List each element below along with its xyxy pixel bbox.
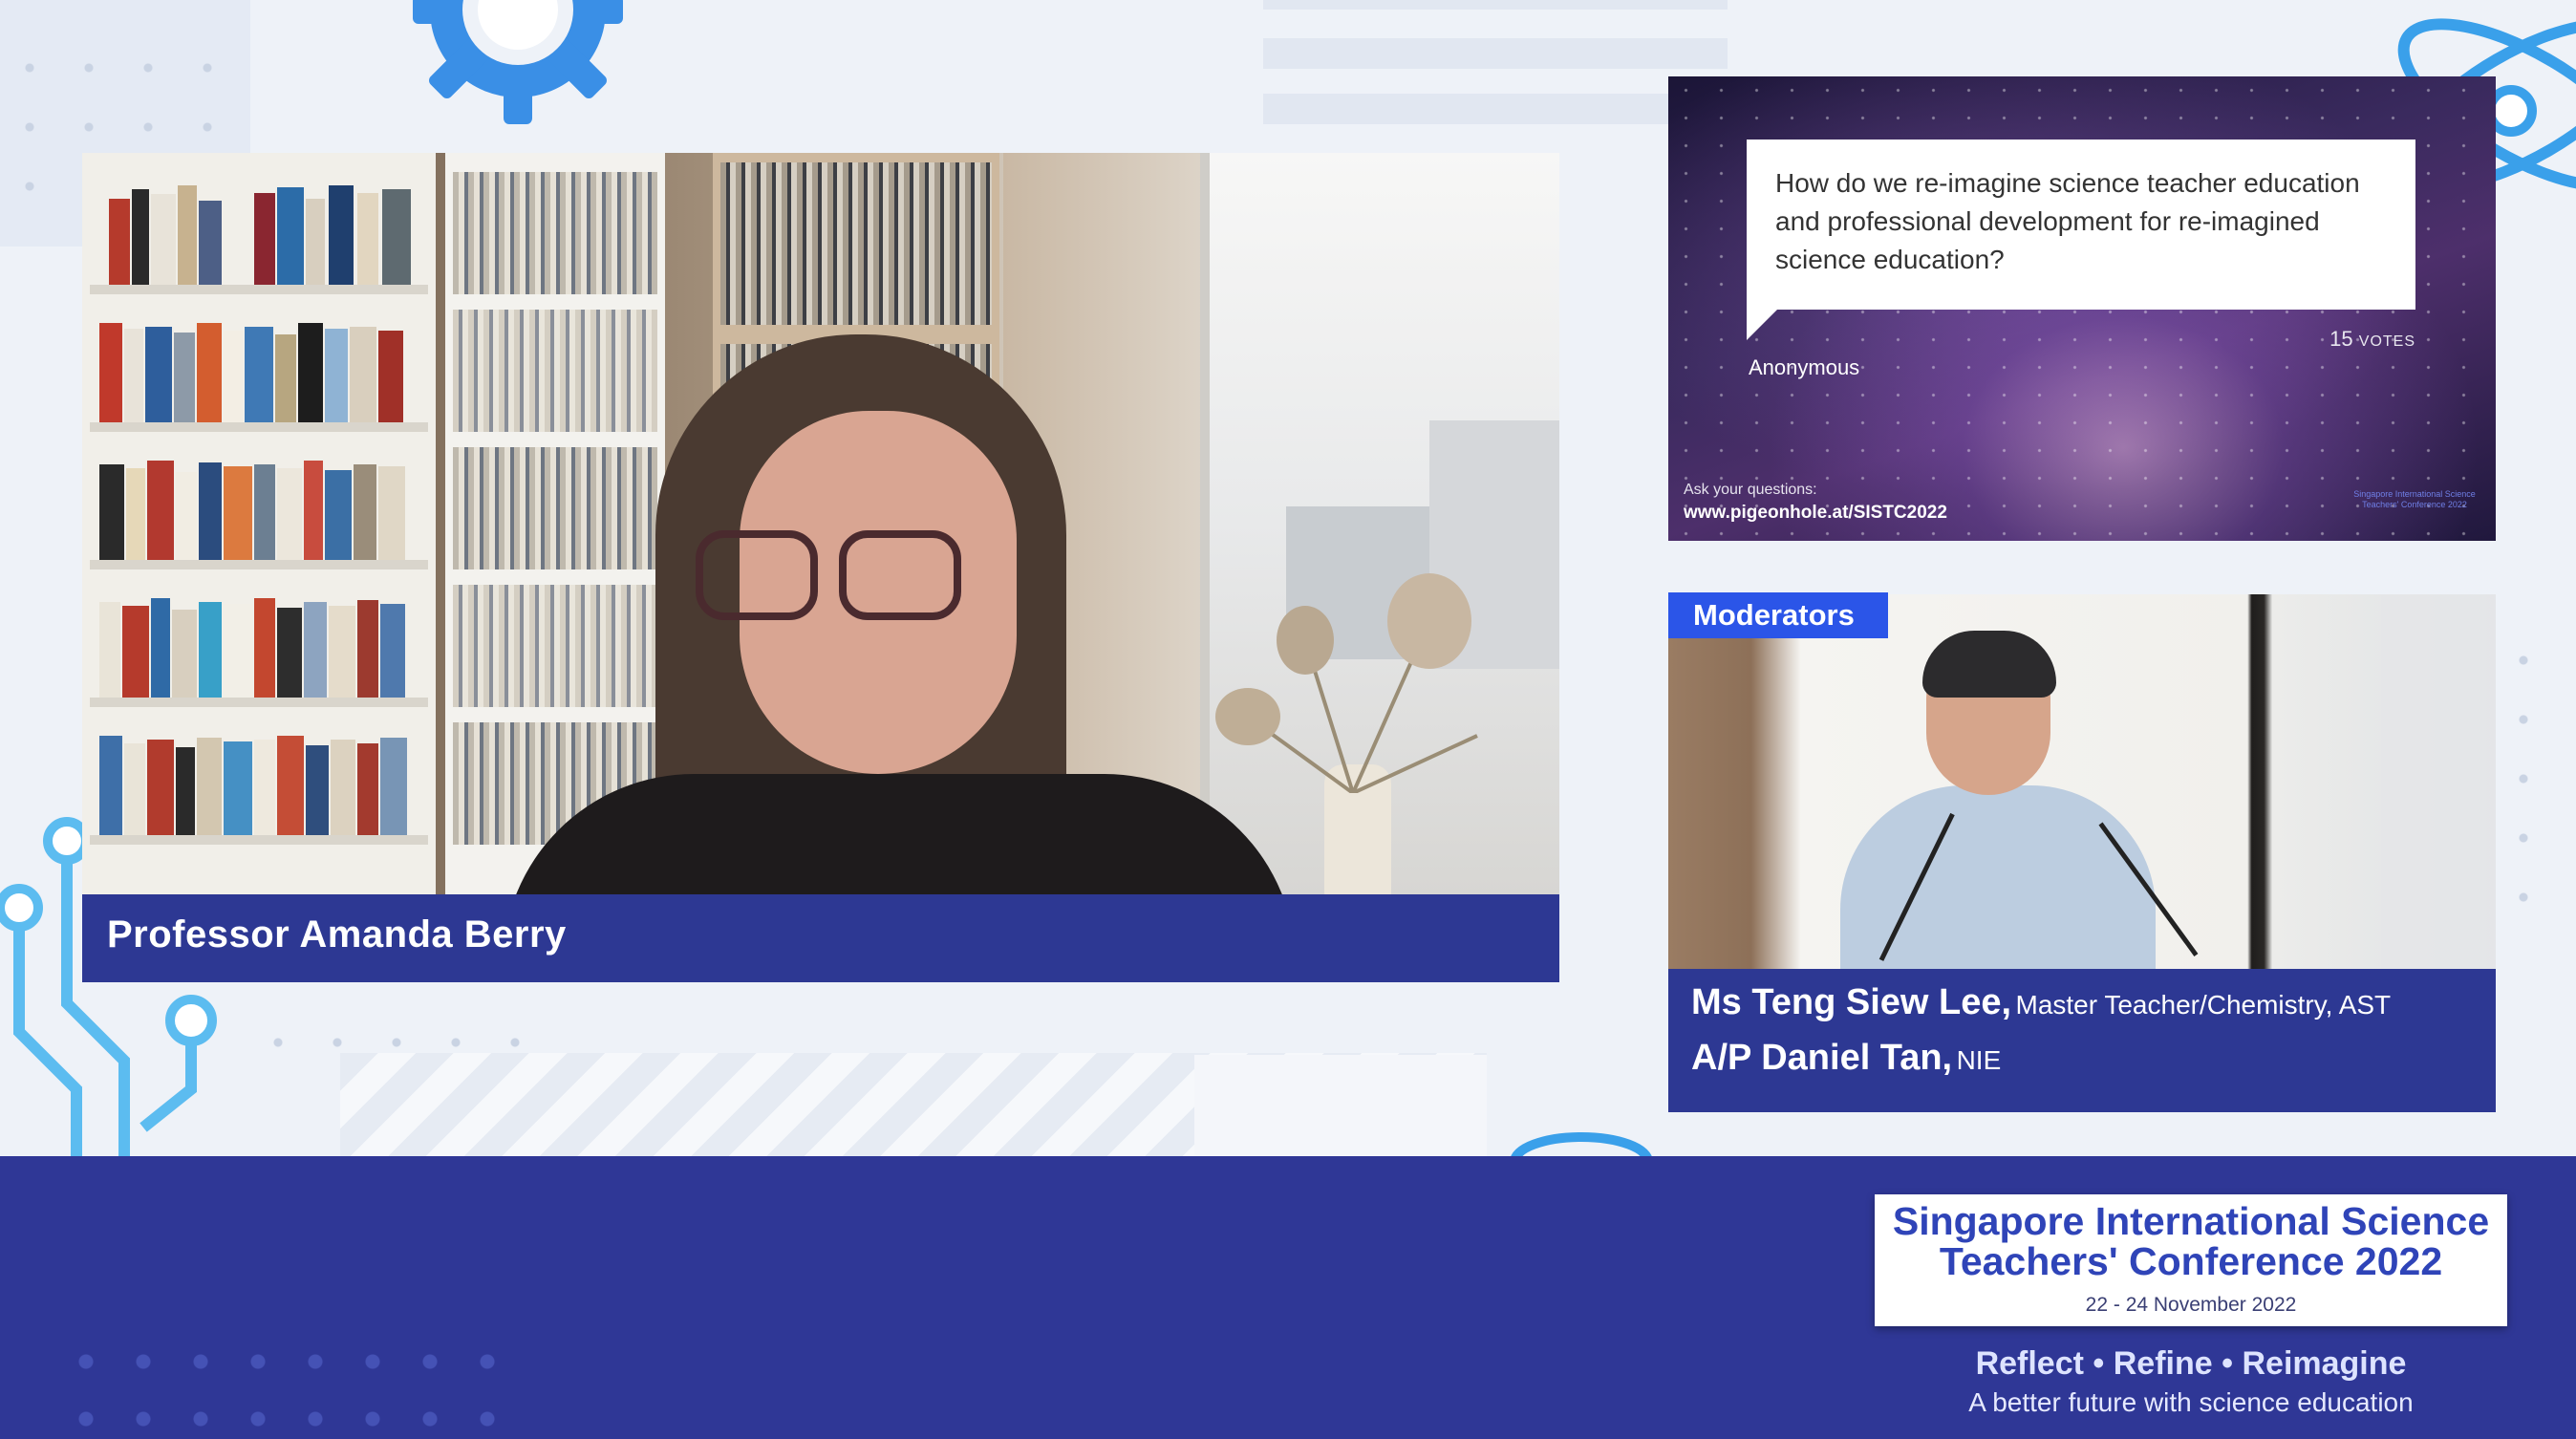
dried-flowers — [1215, 573, 1478, 793]
conference-logo-box: Singapore International Science Teachers… — [1875, 1194, 2507, 1326]
votes-count: 15 — [2329, 327, 2353, 351]
glasses-right — [839, 530, 961, 620]
bg-dot-row — [248, 1013, 554, 1051]
speaker-body — [503, 774, 1296, 894]
tagline-refine: Refine — [2113, 1345, 2213, 1382]
question-bubble: How do we re-imagine science teacher edu… — [1747, 140, 2415, 310]
bg-bar-top-2 — [1263, 38, 1728, 69]
moderator-name-1: Ms Teng Siew Lee, — [1691, 982, 2012, 1022]
tagline-reimagine: Reimagine — [2242, 1345, 2407, 1382]
slide-brand-mark: Singapore International Science Teachers… — [2353, 489, 2476, 509]
bg-bar-top-3 — [1263, 94, 1728, 124]
question-votes: 15 VOTES — [2329, 327, 2415, 352]
moderator-line-2: A/P Daniel Tan, NIE — [1691, 1038, 2001, 1079]
speaker-name-bar: Professor Amanda Berry — [82, 894, 1559, 982]
moderator-background-shelf — [2381, 594, 2496, 969]
moderator-role-2: NIE — [1956, 1045, 2002, 1075]
question-author: Anonymous — [1749, 355, 1860, 379]
moderators-tag-label: Moderators — [1693, 598, 1855, 632]
moderator-name-2: A/P Daniel Tan, — [1691, 1038, 1953, 1078]
conference-dates: 22 - 24 November 2022 — [2085, 1294, 2297, 1316]
votes-label: VOTES — [2358, 333, 2415, 350]
conference-title-line2: Teachers' Conference 2022 — [1939, 1239, 2443, 1283]
moderator-line-1: Ms Teng Siew Lee, Master Teacher/Chemist… — [1691, 982, 2391, 1023]
question-text: How do we re-imagine science teacher edu… — [1775, 168, 2360, 274]
moderator-role-1: Master Teacher/Chemistry, AST — [2015, 990, 2392, 1020]
footer-dot-grid — [57, 1333, 506, 1438]
bg-dot-grid-right — [2494, 631, 2576, 936]
glasses-left — [696, 530, 818, 620]
ask-questions-label: Ask your questions: — [1684, 482, 1817, 498]
question-bubble-tail — [1747, 310, 1777, 340]
moderators-name-bar: Ms Teng Siew Lee, Master Teacher/Chemist… — [1668, 969, 2496, 1112]
speaker-video — [82, 153, 1559, 894]
ask-questions-url[interactable]: www.pigeonhole.at/SISTC2022 — [1684, 503, 1947, 524]
gear-icon — [413, 0, 623, 124]
moderator-hair — [1922, 631, 2056, 698]
moderator-video — [1668, 594, 2496, 969]
moderators-tag: Moderators — [1668, 592, 1888, 638]
bg-panel-bottom — [1194, 1055, 1487, 1156]
conference-tagline: Reflect • Refine • Reimagine — [1875, 1345, 2507, 1383]
tagline-separator: • — [2093, 1345, 2105, 1382]
conference-subtagline: A better future with science education — [1968, 1387, 2414, 1417]
bookshelf — [82, 153, 436, 894]
question-slide: How do we re-imagine science teacher edu… — [1668, 76, 2496, 541]
conference-title-line1: Singapore International Science — [1892, 1199, 2490, 1243]
bg-bar-top-1 — [1263, 0, 1728, 10]
tagline-reflect: Reflect — [1975, 1345, 2084, 1382]
speaker-name: Professor Amanda Berry — [107, 913, 567, 956]
tagline-separator: • — [2222, 1345, 2234, 1382]
